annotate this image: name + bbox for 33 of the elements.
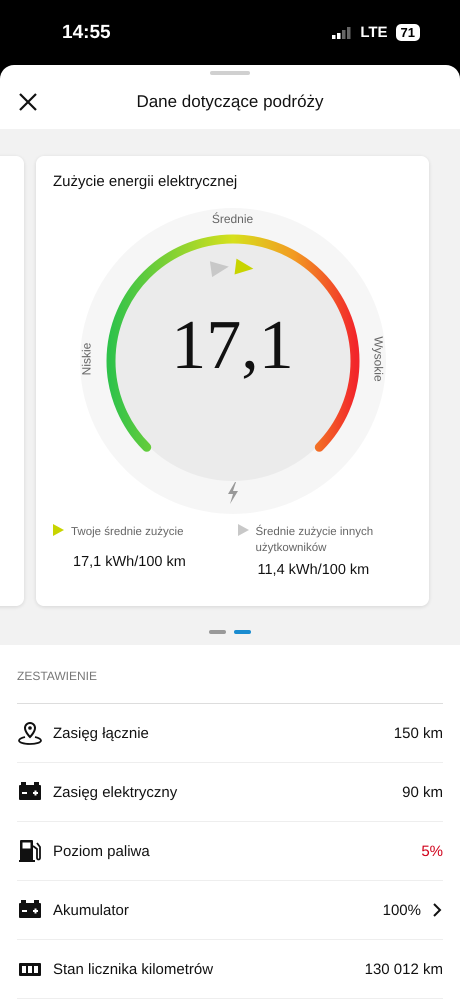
card-title: Zużycie energii elektrycznej [53,173,238,190]
row-label: Zasięg łącznie [53,724,150,742]
high-label: Wysokie [372,336,386,382]
legend-label: Twoje średnie zużycie [71,525,184,540]
row-label: Stan licznika kilometrów [53,960,214,978]
row-value: 150 km [394,724,443,742]
sheet-handle[interactable] [210,71,250,75]
battery-level: 71 [396,24,420,41]
lightning-icon [228,482,238,504]
section-heading: ZESTAWIENIE [17,645,443,704]
close-icon [18,92,38,112]
page-indicator[interactable] [234,630,251,634]
legend-value: 11,4 kWh/100 km [256,562,370,578]
location-pin-icon [17,720,43,746]
row-label: Akumulator [53,902,130,918]
row-label: Poziom paliwa [53,842,151,860]
clock-time: 14:55 [62,22,112,44]
row-value: 5% [421,842,443,860]
page-indicator[interactable] [209,630,226,634]
network-label: LTE [360,24,388,41]
row-value: 100% [382,902,421,918]
fuel-pump-icon [17,838,43,864]
row-label: Zasięg elektryczny [53,784,178,800]
legend-value: 17,1 kWh/100 km [72,554,187,572]
row-value: 130 012 km [364,960,443,978]
screen-title: Dane dotyczące podróży [135,92,325,112]
chevron-icon[interactable] [431,902,443,918]
signal-icon [332,26,352,38]
legend-label: Średnie zużycie innych użytkowników [256,524,374,556]
medium-label: Średnie [210,212,254,226]
low-label: Niskie [78,342,93,376]
gauge-value: 17,1 [170,306,295,386]
row-value: 90 km [402,784,443,800]
